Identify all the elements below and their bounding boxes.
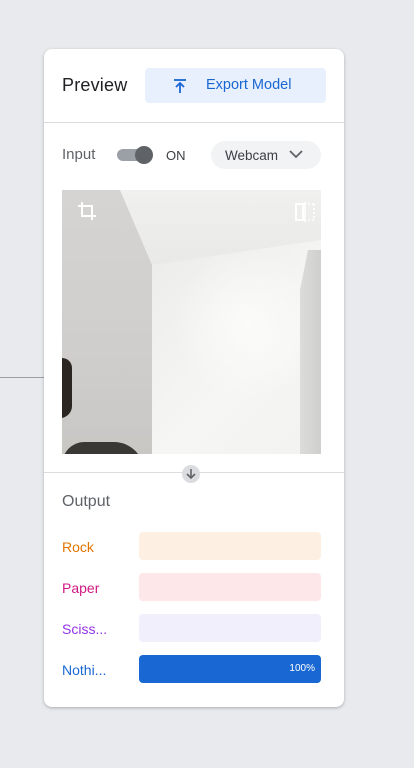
confidence-bar-rock: [139, 532, 321, 560]
confidence-bar-scissors: [139, 614, 321, 642]
input-source-select[interactable]: Webcam: [211, 141, 321, 169]
input-source-value: Webcam: [225, 148, 279, 163]
webcam-preview: [62, 190, 321, 454]
output-title: Output: [62, 493, 111, 510]
header-divider: [44, 122, 344, 123]
upload-arrow-icon: [174, 79, 186, 93]
confidence-bar-nothing: 100%: [139, 655, 321, 683]
toggle-knob: [135, 146, 153, 164]
class-label-scissors: Sciss...: [62, 621, 108, 637]
webcam-person-head: [62, 358, 72, 418]
confidence-bar-paper: [139, 573, 321, 601]
connector-line: [0, 377, 44, 378]
crop-icon[interactable]: [76, 200, 98, 222]
arrow-down-circle-icon: [182, 465, 200, 483]
toggle-state-text: ON: [166, 148, 186, 163]
webcam-light: [172, 250, 321, 400]
input-label: Input: [62, 146, 96, 163]
class-label-paper: Paper: [62, 580, 100, 596]
confidence-percent-nothing: 100%: [289, 663, 315, 674]
class-label-rock: Rock: [62, 539, 94, 555]
webcam-wall-right: [300, 250, 321, 454]
class-label-nothing: Nothi...: [62, 662, 107, 678]
panel-header: Preview Export Model: [44, 49, 344, 122]
chevron-down-icon: [289, 150, 303, 159]
preview-panel: Preview Export Model Input ON Webcam Out…: [44, 49, 344, 707]
panel-title: Preview: [62, 75, 128, 95]
export-model-label: Export Model: [206, 77, 292, 93]
input-toggle[interactable]: [117, 146, 153, 164]
export-model-button[interactable]: Export Model: [145, 68, 326, 103]
flip-horizontal-icon[interactable]: [294, 201, 316, 223]
